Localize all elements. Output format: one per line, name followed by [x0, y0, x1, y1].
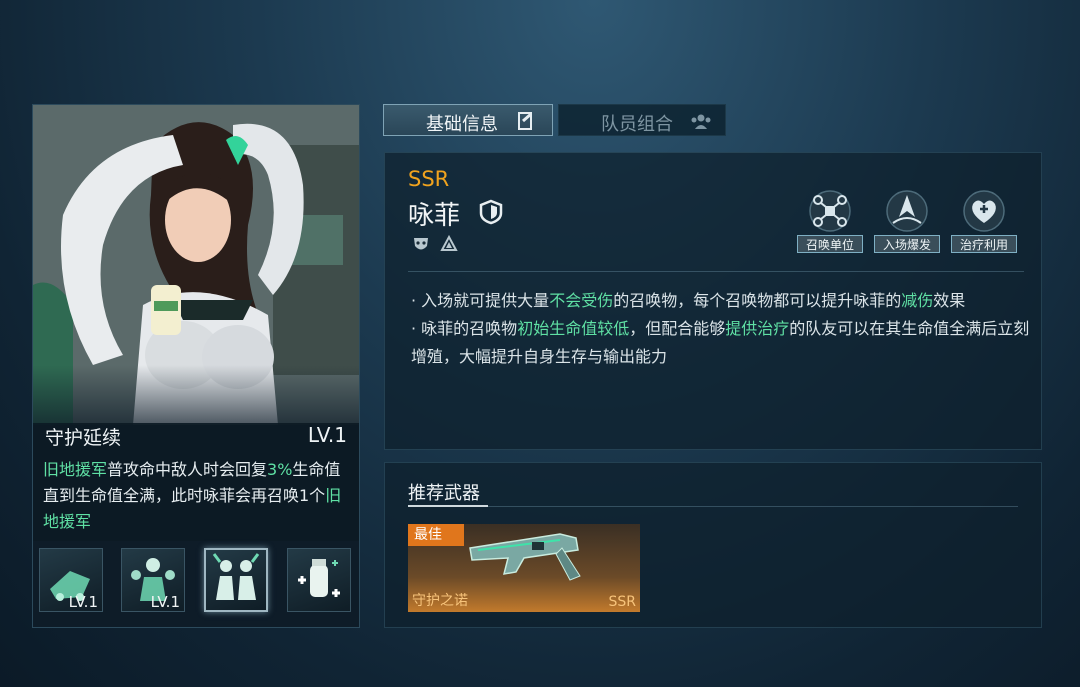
recommended-weapon-panel: 推荐武器 最佳 守护之诺 SSR: [384, 462, 1042, 628]
tag-summon-unit: 召唤单位: [797, 187, 863, 257]
weapon-heading: 推荐武器: [408, 483, 480, 504]
desc-segment: 初始生命值较低: [517, 319, 630, 338]
document-edit-icon: [518, 112, 532, 130]
skill-desc-segment: 旧地援军: [43, 460, 108, 479]
desc-segment: 的召唤物，每个召唤物都可以提升咏菲的: [613, 291, 902, 310]
shield-icon: [479, 199, 503, 225]
tab-basic-info-label: 基础信息: [426, 114, 498, 135]
weapon-heading-divider: [408, 506, 1018, 507]
character-info-panel: SSR 咏菲 召唤单位 入场爆发 治疗利用 · 入场就可提供大量不会受伤的召唤物…: [384, 152, 1042, 450]
drone-icon: [809, 190, 851, 232]
weapon-card[interactable]: 最佳 守护之诺 SSR: [408, 524, 640, 612]
character-portrait-card: 守护延续 LV.1 旧地援军普攻命中敌人时会回复3%生命值直到生命值全满，此时咏…: [32, 104, 360, 628]
skill-slot-2[interactable]: LV.1: [121, 548, 185, 612]
skill-icon-row: LV.1 LV.1: [39, 548, 355, 616]
skill-description: 旧地援军普攻命中敌人时会回复3%生命值直到生命值全满，此时咏菲会再召唤1个旧地援…: [43, 457, 349, 535]
best-badge: 最佳: [408, 524, 464, 546]
desc-segment: ，但配合能够: [629, 319, 726, 338]
tag-label: 治疗利用: [951, 235, 1017, 253]
skill-slot-level: LV.1: [150, 593, 180, 611]
tag-label: 入场爆发: [874, 235, 940, 253]
triangle-emblem-icon: [440, 235, 458, 251]
skill-slot-4[interactable]: [287, 548, 351, 612]
description-line-2: · 咏菲的召唤物初始生命值较低，但配合能够提供治疗的队友可以在其生命值全满后立刻…: [411, 315, 1031, 371]
tab-team-combo-label: 队员组合: [601, 114, 673, 135]
heart-cross-icon: [963, 190, 1005, 232]
tag-heal-utilization: 治疗利用: [951, 187, 1017, 257]
tag-label: 召唤单位: [797, 235, 863, 253]
weapon-heading-accent: [408, 505, 488, 507]
desc-segment: 提供治疗: [725, 319, 790, 338]
skill-info-panel: 守护延续 LV.1 旧地援军普攻命中敌人时会回复3%生命值直到生命值全满，此时咏…: [33, 423, 359, 541]
burst-icon: [886, 190, 928, 232]
character-description: · 入场就可提供大量不会受伤的召唤物，每个召唤物都可以提升咏菲的减伤效果 · 咏…: [411, 287, 1031, 371]
skill-level: LV.1: [307, 423, 347, 447]
weapon-name: 守护之诺: [412, 593, 468, 609]
skill-slot-level: LV.1: [68, 593, 98, 611]
character-rarity: SSR: [408, 167, 450, 191]
tab-team-combo[interactable]: 队员组合: [558, 104, 726, 136]
character-name: 咏菲: [408, 201, 461, 231]
mask-icon: [414, 238, 428, 250]
description-line-1: · 入场就可提供大量不会受伤的召唤物，每个召唤物都可以提升咏菲的减伤效果: [411, 287, 1031, 315]
tab-basic-info[interactable]: 基础信息: [383, 104, 553, 136]
weapon-rarity: SSR: [608, 594, 636, 610]
section-divider: [408, 271, 1024, 272]
desc-segment: 效果: [933, 291, 966, 310]
shotgun-icon: [469, 533, 581, 581]
tag-entry-burst: 入场爆发: [874, 187, 940, 257]
desc-segment: 减伤: [901, 291, 934, 310]
desc-segment: · 入场就可提供大量: [411, 291, 550, 310]
desc-segment: · 咏菲的召唤物: [411, 319, 518, 338]
desc-segment: 不会受伤: [549, 291, 614, 310]
team-icon: [691, 114, 711, 129]
skill-desc-segment: 3%: [267, 460, 293, 479]
skill-slot-3[interactable]: [204, 548, 268, 612]
skill-slot-1[interactable]: LV.1: [39, 548, 103, 612]
skill-name: 守护延续: [45, 427, 122, 449]
skill-desc-segment: 普攻命中敌人时会回复: [107, 460, 268, 479]
reinforcement-skill-icon: [212, 553, 260, 600]
heal-bottle-skill-icon: [298, 559, 340, 597]
